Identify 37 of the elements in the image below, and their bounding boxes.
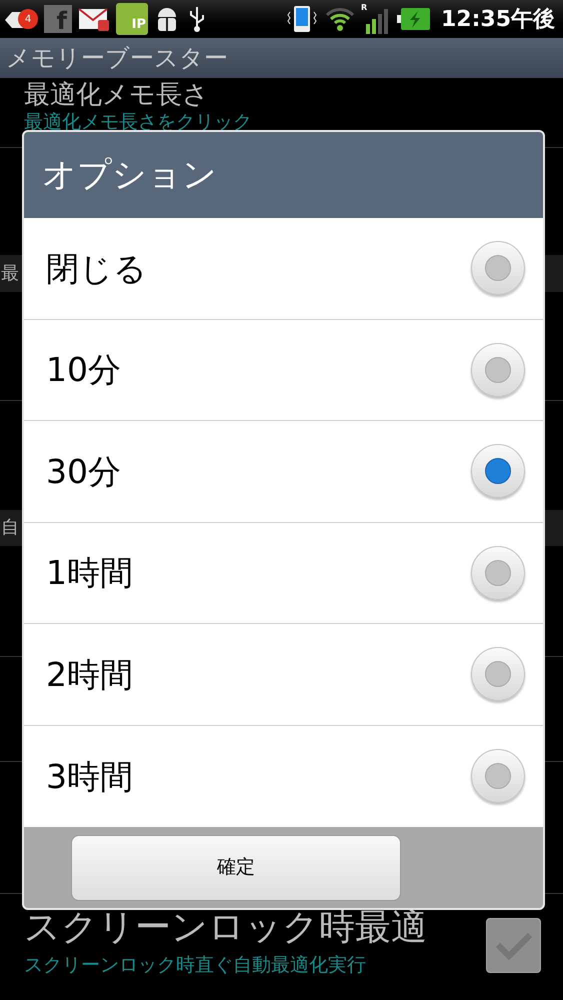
signal-icon xyxy=(364,8,391,34)
radio-button[interactable] xyxy=(471,342,525,397)
radio-button[interactable] xyxy=(471,749,525,804)
radio-button[interactable] xyxy=(471,241,525,296)
confirm-button[interactable]: 確定 xyxy=(71,834,401,900)
option-label: 閉じる xyxy=(46,248,147,290)
radio-button[interactable] xyxy=(471,444,525,498)
option-label: 10分 xyxy=(46,349,121,391)
option-row[interactable]: 閉じる xyxy=(24,218,543,320)
section-title: 最 xyxy=(1,264,19,282)
app-title: メモリーブースター xyxy=(6,46,228,70)
phone-app-icon: IP xyxy=(116,3,148,35)
option-row[interactable]: 3時間 xyxy=(24,726,543,827)
battery-charging-icon xyxy=(396,6,431,32)
clock: 12:35午後 xyxy=(440,6,555,34)
mail-icon xyxy=(78,6,110,32)
vibrate-icon xyxy=(284,4,319,34)
option-row[interactable]: 10分 xyxy=(24,320,543,421)
option-row[interactable]: 30分 xyxy=(24,421,543,522)
setting-title: スクリーンロック時最適 xyxy=(24,906,427,950)
option-row[interactable]: 1時間 xyxy=(24,522,543,624)
radio-button[interactable] xyxy=(471,647,525,702)
option-label: 2時間 xyxy=(46,654,133,696)
option-row[interactable]: 2時間 xyxy=(24,624,543,726)
section-title: 自 xyxy=(1,519,19,537)
notification-badge: 4 xyxy=(18,9,38,29)
option-label: 1時間 xyxy=(46,552,133,594)
option-label: 30分 xyxy=(46,450,121,492)
setting-summary: スクリーンロック時直ぐ自動最適化実行 xyxy=(24,953,367,978)
dialog-title: オプション xyxy=(42,154,217,196)
option-label: 3時間 xyxy=(46,756,133,798)
wifi-icon xyxy=(324,6,355,32)
checkbox[interactable] xyxy=(486,918,541,973)
radio-button[interactable] xyxy=(471,546,525,600)
setting-title: 最適化メモ長さ xyxy=(24,80,210,110)
app-icon: f xyxy=(44,5,72,33)
roaming-indicator: R xyxy=(360,4,368,12)
